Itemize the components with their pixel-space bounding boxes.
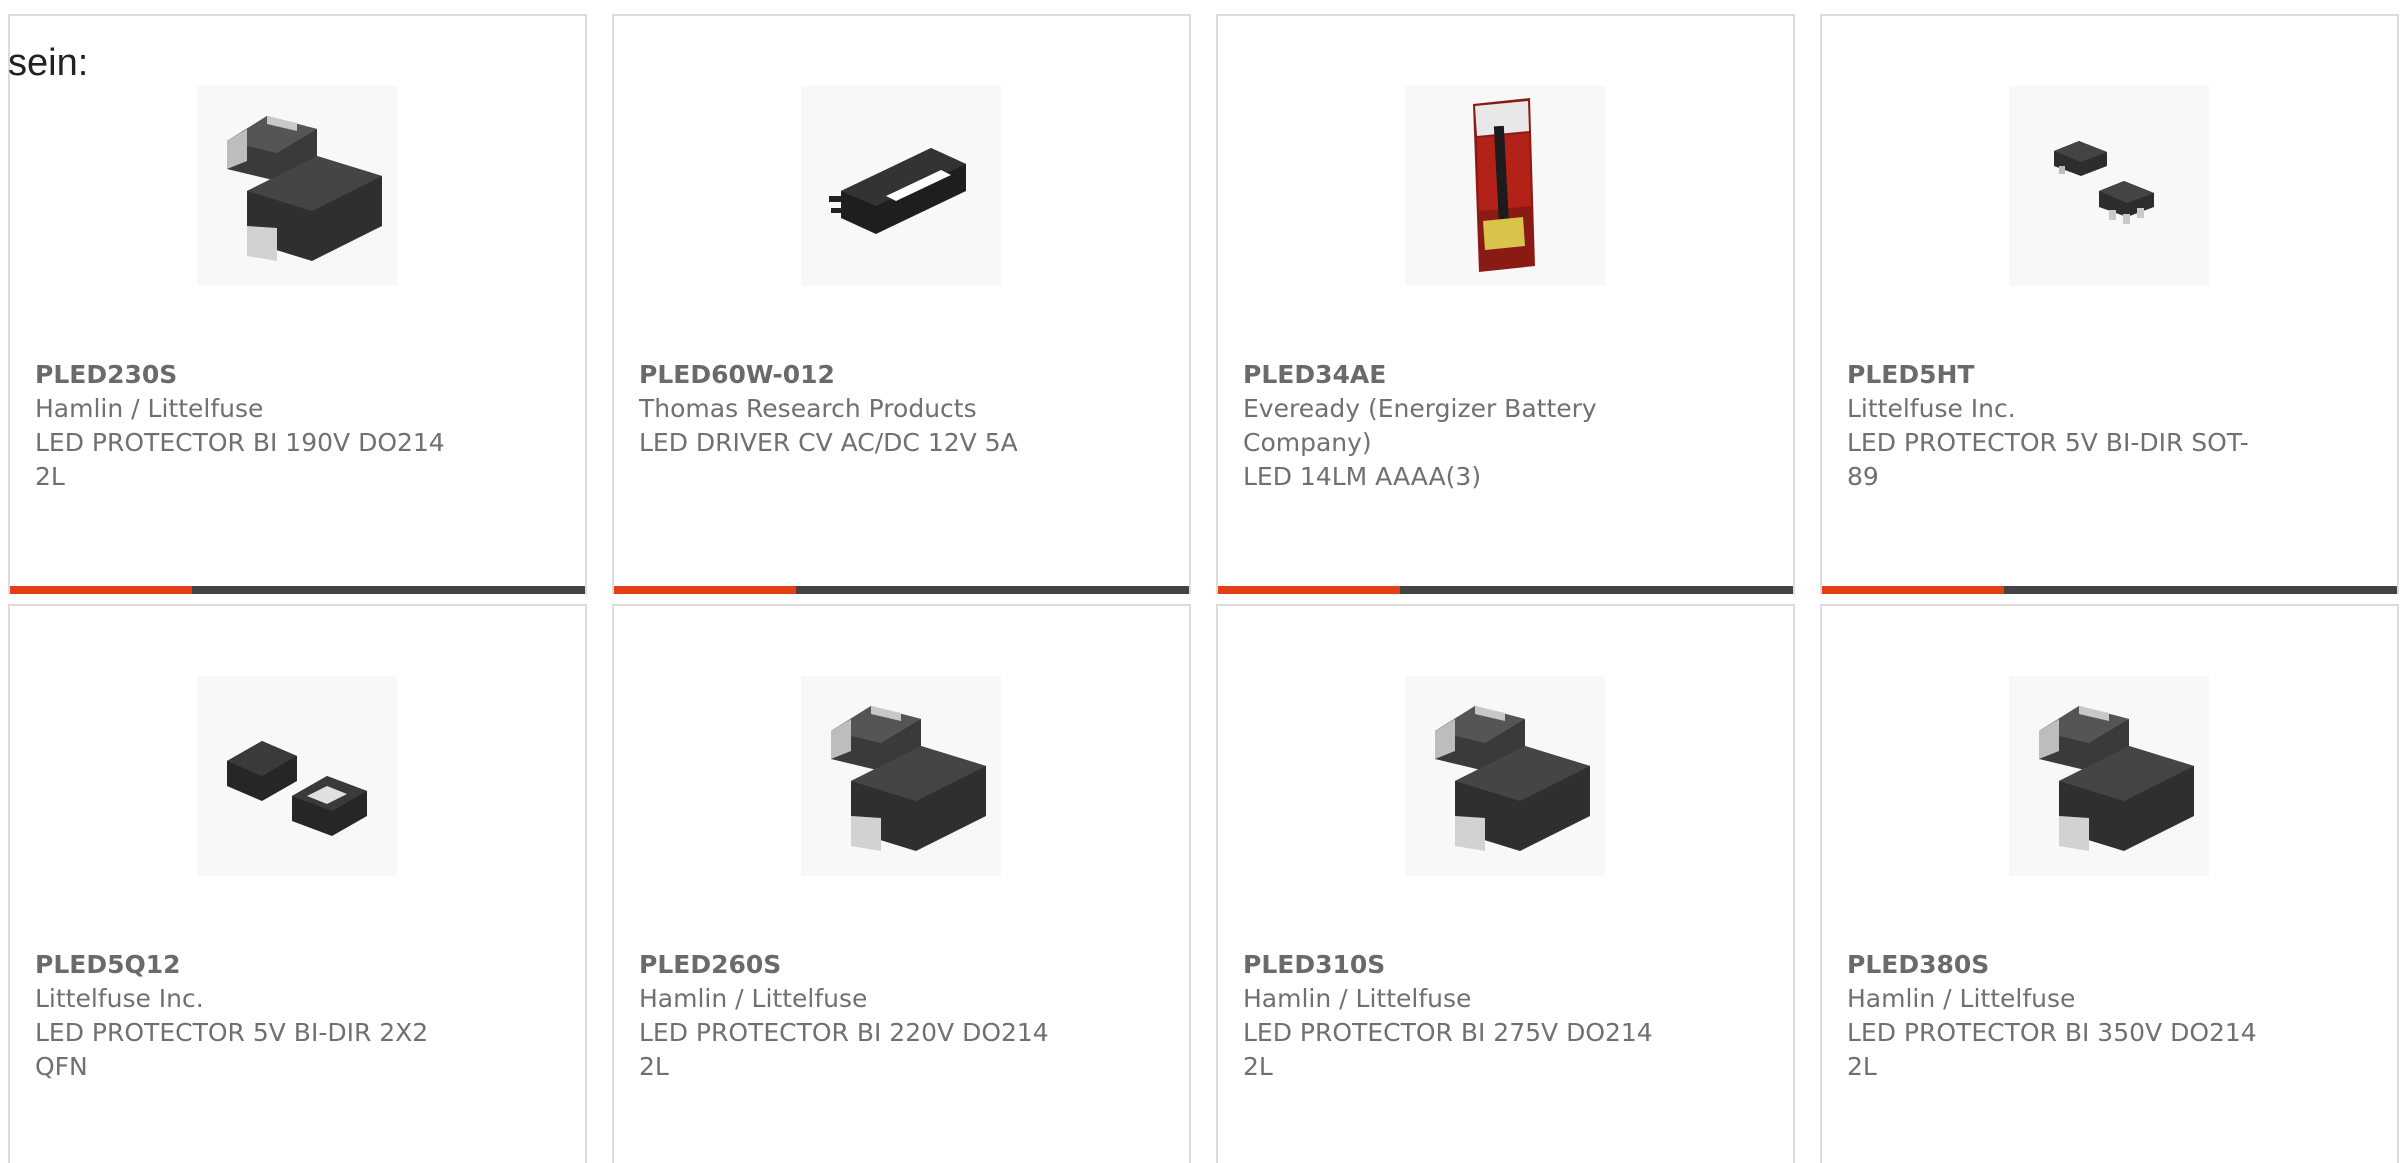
part-number[interactable]: PLED5Q12 <box>35 948 455 982</box>
sot89-package-icon <box>2054 141 2154 224</box>
manufacturer: Eveready (Energizer Battery Company) <box>1243 394 1597 457</box>
manufacturer: Hamlin / Littelfuse <box>35 394 264 423</box>
manufacturer: Littelfuse Inc. <box>35 984 204 1013</box>
manufacturer: Thomas Research Products <box>639 394 977 423</box>
product-grid: PLED230S Hamlin / Littelfuse LED PROTECT… <box>8 14 2399 1163</box>
card-accent-bar <box>1218 586 1400 594</box>
product-card-pled60w-012[interactable]: PLED60W-012 Thomas Research Products LED… <box>612 14 1191 594</box>
part-number[interactable]: PLED260S <box>639 948 1059 982</box>
product-image[interactable] <box>197 86 397 286</box>
part-number[interactable]: PLED310S <box>1243 948 1663 982</box>
card-accent-bar <box>614 586 796 594</box>
do214-diode-package-icon <box>227 116 382 261</box>
product-card-pled380s[interactable]: PLED380S Hamlin / Littelfuse LED PROTECT… <box>1820 604 2399 1163</box>
product-image[interactable] <box>801 86 1001 286</box>
card-footer-bar <box>10 586 585 594</box>
card-footer-bar <box>614 586 1189 594</box>
product-info: PLED60W-012 Thomas Research Products LED… <box>639 358 1059 460</box>
product-card-pled5q12[interactable]: PLED5Q12 Littelfuse Inc. LED PROTECTOR 5… <box>8 604 587 1163</box>
product-info: PLED5HT Littelfuse Inc. LED PROTECTOR 5V… <box>1847 358 2267 494</box>
manufacturer: Hamlin / Littelfuse <box>1243 984 1472 1013</box>
part-number[interactable]: PLED380S <box>1847 948 2267 982</box>
description: LED PROTECTOR 5V BI-DIR SOT-89 <box>1847 428 2249 491</box>
description: LED PROTECTOR BI 275V DO214 2L <box>1243 1018 1653 1081</box>
card-accent-bar <box>10 586 192 594</box>
manufacturer: Littelfuse Inc. <box>1847 394 2016 423</box>
card-footer-bar <box>1822 586 2397 594</box>
product-image[interactable] <box>801 676 1001 876</box>
manufacturer: Hamlin / Littelfuse <box>1847 984 2076 1013</box>
product-card-pled260s[interactable]: PLED260S Hamlin / Littelfuse LED PROTECT… <box>612 604 1191 1163</box>
product-info: PLED5Q12 Littelfuse Inc. LED PROTECTOR 5… <box>35 948 455 1084</box>
product-image[interactable] <box>197 676 397 876</box>
do214-diode-package-icon <box>1435 706 1590 851</box>
product-info: PLED310S Hamlin / Littelfuse LED PROTECT… <box>1243 948 1663 1084</box>
penlight-blister-pack-icon <box>1473 98 1535 272</box>
product-image[interactable] <box>2009 676 2209 876</box>
description: LED DRIVER CV AC/DC 12V 5A <box>639 428 1018 457</box>
part-number[interactable]: PLED5HT <box>1847 358 2267 392</box>
product-card-pled34ae[interactable]: PLED34AE Eveready (Energizer Battery Com… <box>1216 14 1795 594</box>
part-number[interactable]: PLED34AE <box>1243 358 1663 392</box>
card-footer-bar <box>1218 586 1793 594</box>
part-number[interactable]: PLED60W-012 <box>639 358 1059 392</box>
product-card-pled5ht[interactable]: PLED5HT Littelfuse Inc. LED PROTECTOR 5V… <box>1820 14 2399 594</box>
product-info: PLED230S Hamlin / Littelfuse LED PROTECT… <box>35 358 455 494</box>
product-info: PLED380S Hamlin / Littelfuse LED PROTECT… <box>1847 948 2267 1084</box>
product-card-pled230s[interactable]: PLED230S Hamlin / Littelfuse LED PROTECT… <box>8 14 587 594</box>
description: LED PROTECTOR 5V BI-DIR 2X2 QFN <box>35 1018 429 1081</box>
description: LED PROTECTOR BI 220V DO214 2L <box>639 1018 1049 1081</box>
description: LED PROTECTOR BI 350V DO214 2L <box>1847 1018 2257 1081</box>
product-image[interactable] <box>2009 86 2209 286</box>
led-driver-box-icon <box>829 148 966 234</box>
manufacturer: Hamlin / Littelfuse <box>639 984 868 1013</box>
description: LED PROTECTOR BI 190V DO214 2L <box>35 428 445 491</box>
card-accent-bar <box>1822 586 2004 594</box>
do214-diode-package-icon <box>2039 706 2194 851</box>
product-image[interactable] <box>1405 86 1605 286</box>
product-grid-page: sein: PLED230S Hamlin / Littelfuse LED P… <box>0 0 2400 1163</box>
intro-text: sein: <box>8 42 89 84</box>
product-image[interactable] <box>1405 676 1605 876</box>
qfn-package-icon <box>227 741 367 836</box>
part-number[interactable]: PLED230S <box>35 358 455 392</box>
do214-diode-package-icon <box>831 706 986 851</box>
product-card-pled310s[interactable]: PLED310S Hamlin / Littelfuse LED PROTECT… <box>1216 604 1795 1163</box>
description: LED 14LM AAAA(3) <box>1243 462 1482 491</box>
product-info: PLED34AE Eveready (Energizer Battery Com… <box>1243 358 1663 494</box>
product-info: PLED260S Hamlin / Littelfuse LED PROTECT… <box>639 948 1059 1084</box>
